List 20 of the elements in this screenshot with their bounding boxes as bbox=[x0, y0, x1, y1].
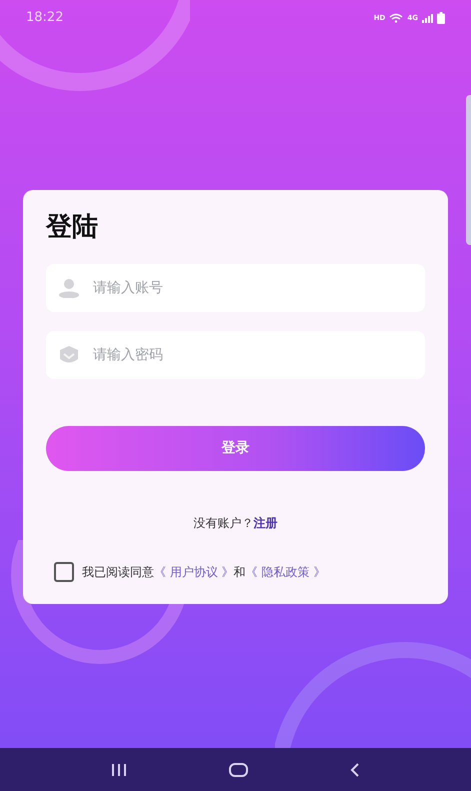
register-link[interactable]: 注册 bbox=[254, 514, 278, 532]
signal-icon bbox=[422, 14, 433, 22]
login-title: 登陆 bbox=[46, 211, 99, 244]
privacy-policy-link[interactable]: 《 隐私政策 》 bbox=[246, 563, 326, 581]
input-field[interactable]: 请输入密码 bbox=[46, 331, 425, 379]
agreement-text: 我已阅读同意 bbox=[82, 564, 154, 581]
shield-icon bbox=[58, 345, 80, 365]
back-icon[interactable] bbox=[350, 762, 360, 776]
input-field[interactable]: 请输入账号 bbox=[46, 264, 425, 312]
user-agreement-link[interactable]: 《 用户协议 》 bbox=[154, 563, 234, 581]
home-icon[interactable] bbox=[229, 762, 248, 776]
agreement-conjunction: 和 bbox=[234, 564, 246, 581]
person-icon bbox=[58, 278, 80, 298]
agreement-checkbox[interactable] bbox=[54, 562, 74, 582]
wifi-icon bbox=[389, 13, 404, 23]
status-time: 18:22 bbox=[26, 9, 64, 28]
register-prompt: 没有账户？ bbox=[194, 515, 254, 532]
battery-icon bbox=[437, 12, 445, 24]
recent-apps-icon[interactable] bbox=[111, 762, 127, 776]
login-button[interactable]: 登录 bbox=[46, 426, 425, 471]
